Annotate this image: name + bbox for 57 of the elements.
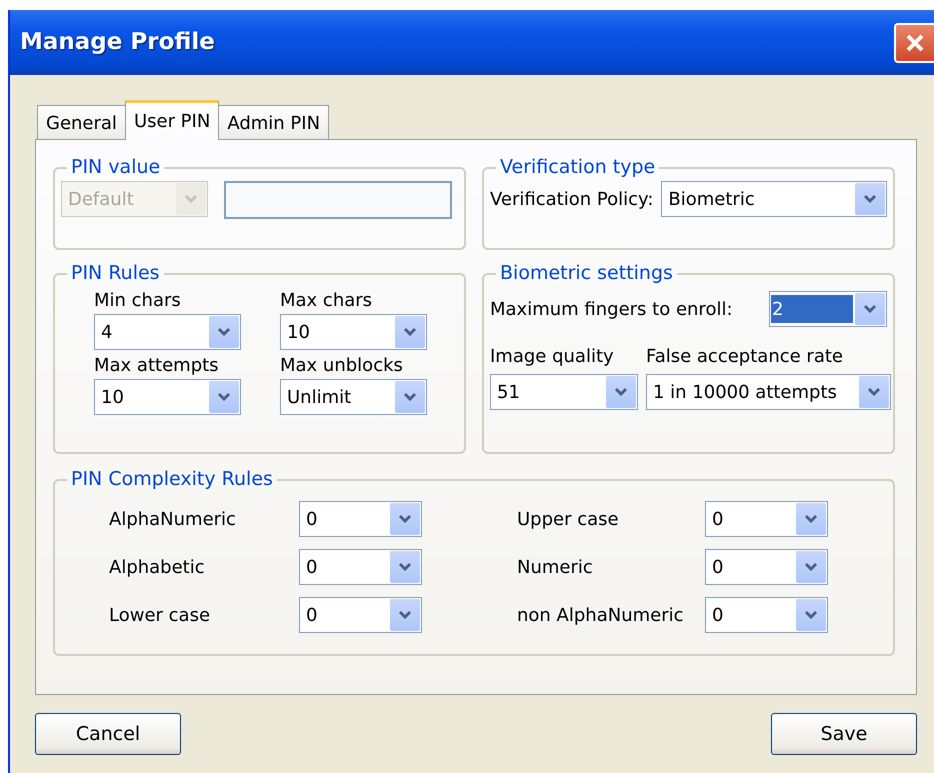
group-title: PIN Rules bbox=[70, 264, 161, 283]
chevron-down-icon bbox=[403, 392, 417, 402]
dropdown[interactable]: 0 bbox=[705, 549, 828, 585]
chevron-down-icon bbox=[804, 514, 818, 524]
dropdown[interactable]: Biometric bbox=[661, 181, 887, 217]
field-label: Numeric bbox=[517, 556, 593, 580]
field-label: Verification Policy: bbox=[490, 188, 654, 212]
dropdown[interactable]: 0 bbox=[299, 597, 422, 633]
chevron-down-icon bbox=[804, 562, 818, 572]
close-button[interactable] bbox=[894, 22, 934, 62]
group-title: Biometric settings bbox=[499, 264, 674, 283]
chevron-down-icon bbox=[217, 327, 231, 337]
dropdown[interactable]: 0 bbox=[705, 597, 828, 633]
dropdown[interactable]: Unlimit bbox=[280, 379, 427, 415]
field-label: Maximum fingers to enroll: bbox=[490, 298, 733, 322]
field-label: non AlphaNumeric bbox=[517, 604, 684, 628]
chevron-down-icon bbox=[398, 514, 412, 524]
field-label: Max unblocks bbox=[280, 354, 404, 378]
field-label: Image quality bbox=[490, 345, 615, 369]
dropdown[interactable]: 51 bbox=[490, 374, 638, 410]
group-title: PIN Complexity Rules bbox=[70, 470, 274, 489]
chevron-down-icon bbox=[398, 610, 412, 620]
field-label: Upper case bbox=[517, 508, 619, 532]
field-label: Lower case bbox=[109, 604, 210, 628]
chevron-down-icon bbox=[403, 327, 417, 337]
field-label: Min chars bbox=[94, 289, 182, 313]
tab[interactable]: Admin PIN bbox=[218, 105, 330, 139]
tab[interactable]: General bbox=[37, 105, 126, 139]
dropdown[interactable]: 1 in 10000 attempts bbox=[646, 374, 891, 410]
dropdown[interactable]: 0 bbox=[705, 501, 828, 537]
dialog-button[interactable]: Cancel bbox=[35, 713, 181, 755]
chevron-down-icon bbox=[398, 562, 412, 572]
dropdown[interactable]: 10 bbox=[280, 314, 427, 350]
dropdown[interactable]: 0 bbox=[299, 501, 422, 537]
chevron-down-icon bbox=[863, 194, 877, 204]
dialog-button[interactable]: Save bbox=[771, 713, 917, 755]
group-title: PIN value bbox=[70, 158, 162, 177]
close-icon bbox=[904, 32, 926, 54]
window-title: Manage Profile bbox=[20, 28, 215, 58]
dropdown[interactable]: 2 bbox=[769, 291, 887, 327]
field-label: Max chars bbox=[280, 289, 374, 313]
chevron-down-icon bbox=[863, 304, 877, 314]
dropdown[interactable]: 4 bbox=[94, 314, 241, 350]
chevron-down-icon bbox=[184, 194, 198, 204]
pin-input-field[interactable] bbox=[224, 181, 452, 219]
field-label: AlphaNumeric bbox=[109, 508, 236, 532]
chevron-down-icon bbox=[804, 610, 818, 620]
field-label: Alphabetic bbox=[109, 556, 205, 580]
dropdown[interactable]: 10 bbox=[94, 379, 241, 415]
field-label: Max attempts bbox=[94, 354, 220, 378]
dropdown[interactable]: 0 bbox=[299, 549, 422, 585]
group-title: Verification type bbox=[499, 158, 656, 177]
chevron-down-icon bbox=[217, 392, 231, 402]
chevron-down-icon bbox=[867, 387, 881, 397]
field-label: False acceptance rate bbox=[646, 345, 844, 369]
chevron-down-icon bbox=[614, 387, 628, 397]
tab[interactable]: User PIN bbox=[124, 100, 220, 140]
